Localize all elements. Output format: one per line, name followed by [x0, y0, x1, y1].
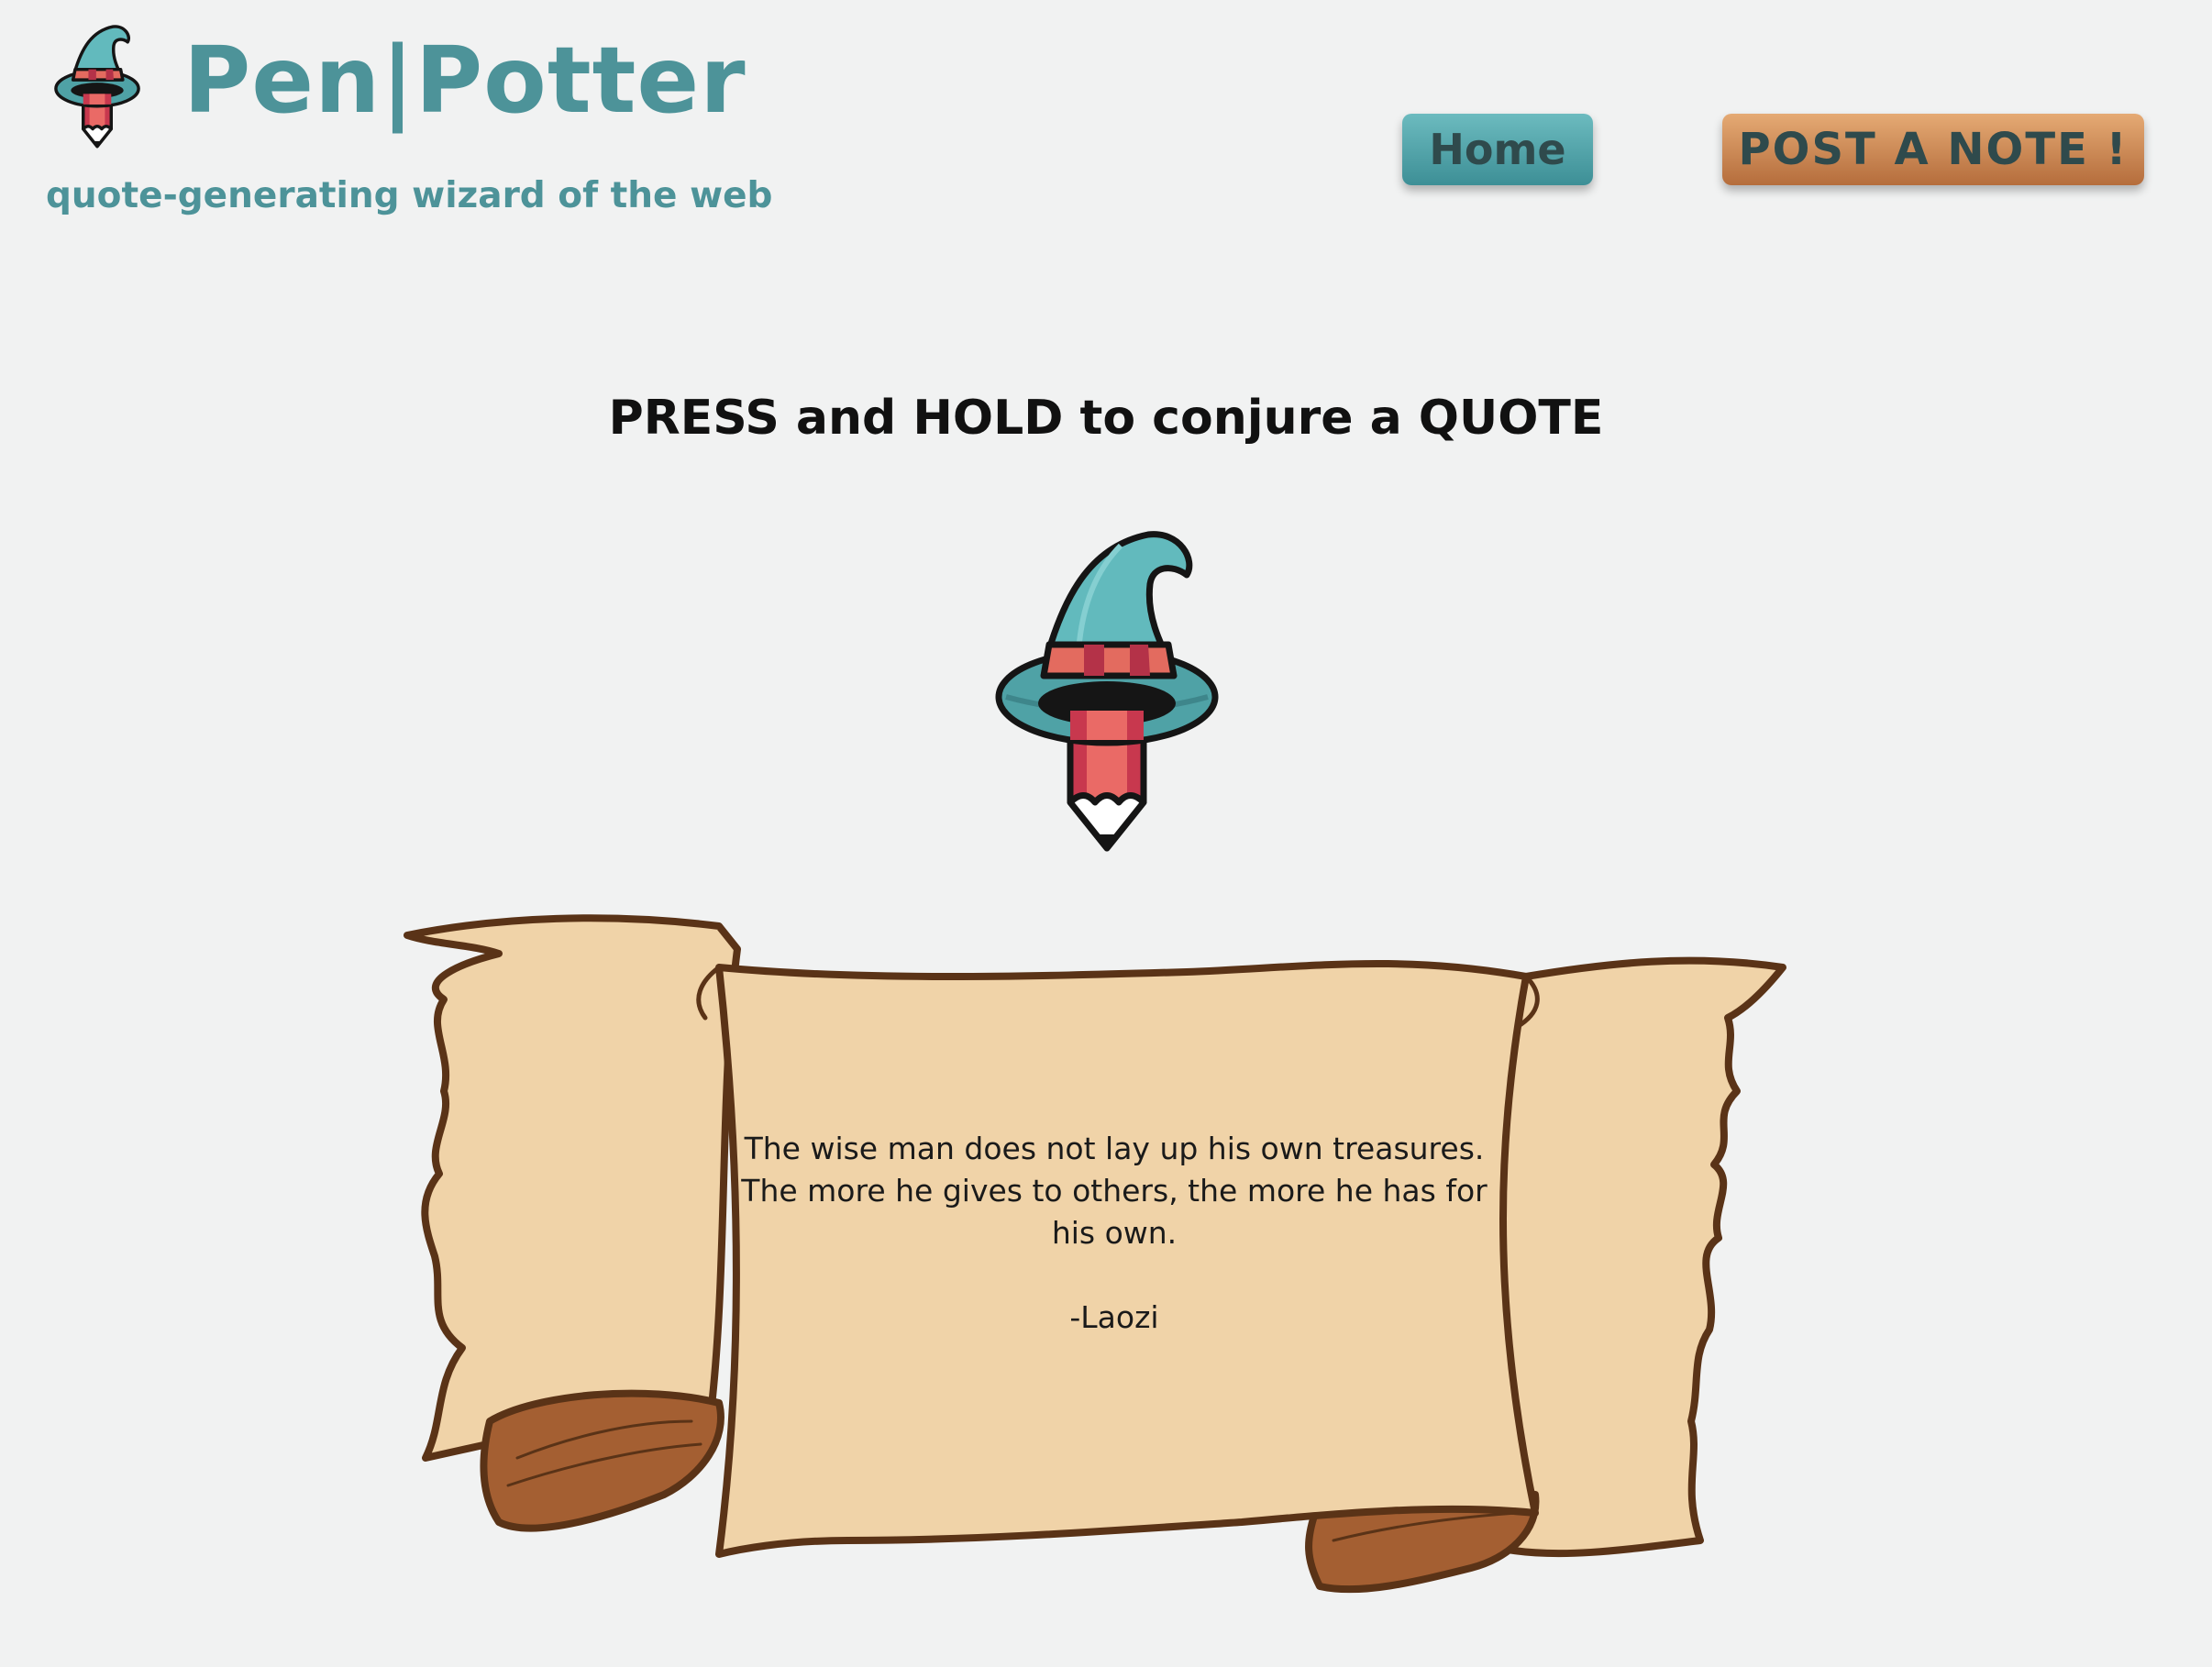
page: Pen|Potter quote-generating wizard of th… [0, 0, 2212, 1667]
post-a-note-button[interactable]: POST A NOTE ! [1722, 114, 2144, 185]
conjure-prompt: PRESS and HOLD to conjure a QUOTE [608, 391, 1604, 446]
wizard-pencil-icon[interactable] [992, 527, 1222, 854]
home-button[interactable]: Home [1402, 114, 1593, 185]
brand-logo-link[interactable]: Pen|Potter quote-generating wizard of th… [44, 20, 772, 214]
quote-author: -Laozi [1069, 1299, 1159, 1335]
site-title: Pen|Potter [183, 27, 747, 134]
quote-text: The wise man does not lay up his own tre… [741, 1131, 1488, 1251]
quote-container: The wise man does not lay up his own tre… [734, 1128, 1495, 1339]
wizard-pencil-icon [54, 25, 140, 149]
site-tagline: quote-generating wizard of the web [46, 175, 773, 216]
